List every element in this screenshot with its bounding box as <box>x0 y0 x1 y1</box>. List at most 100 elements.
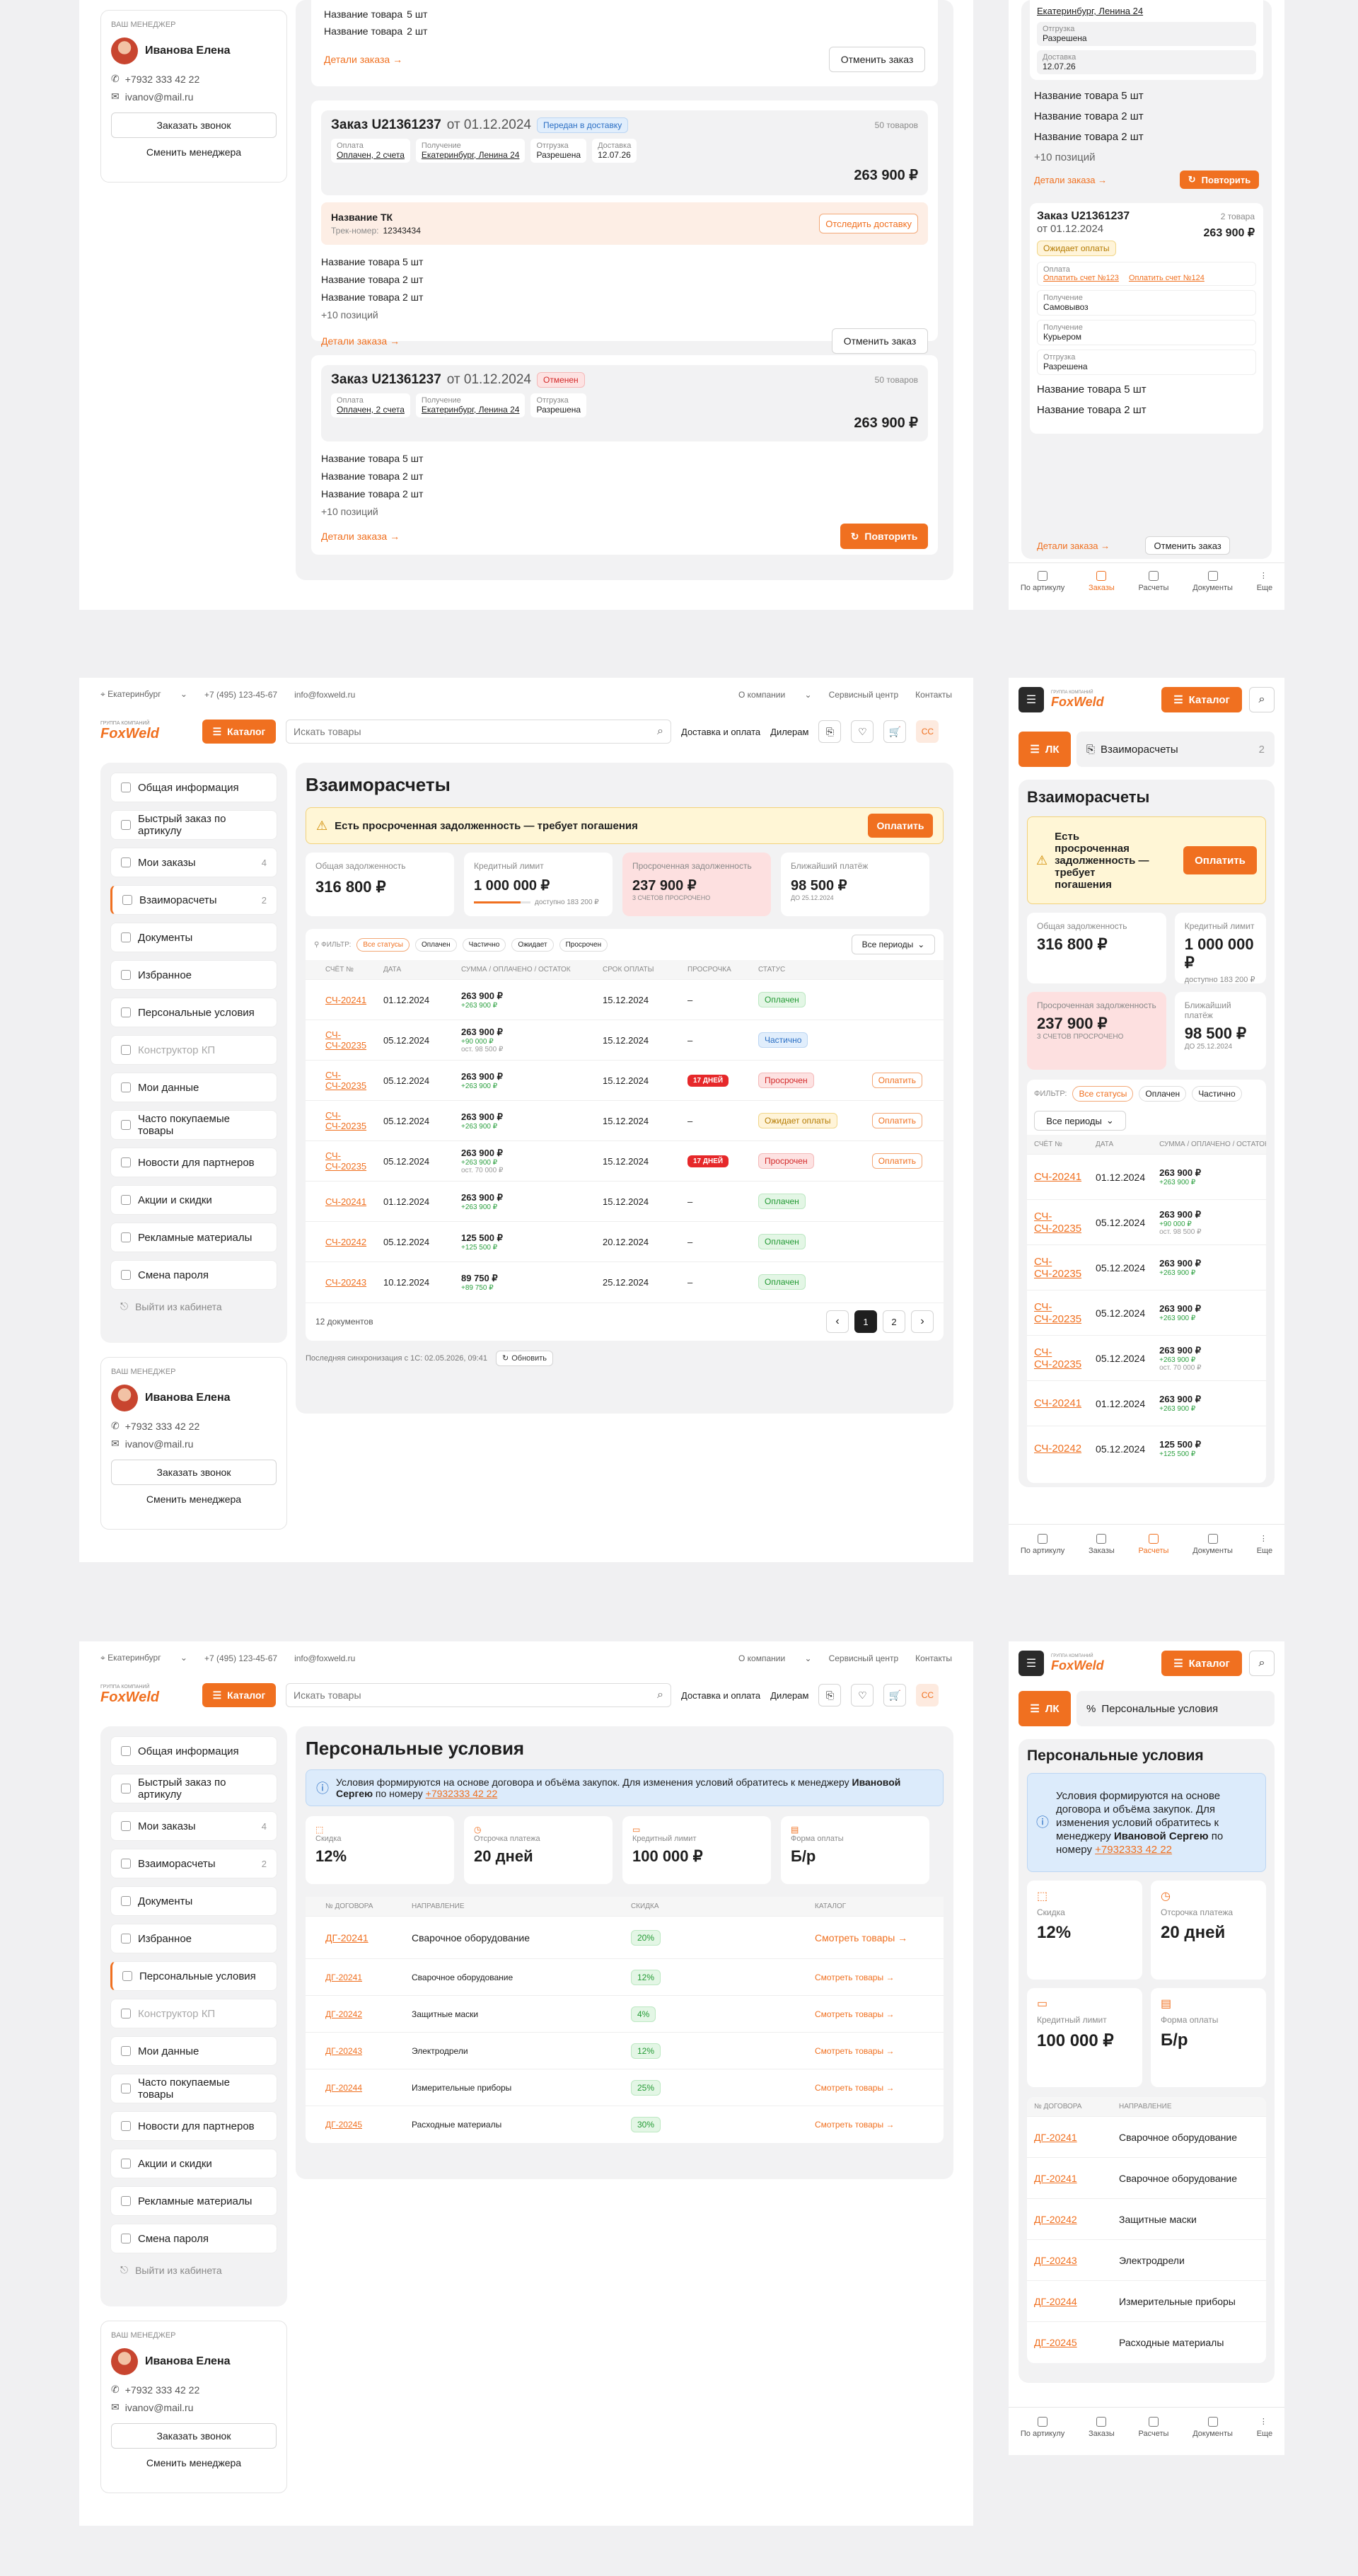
change-manager-link[interactable]: Сменить менеджера <box>111 146 277 158</box>
sidebar-item[interactable]: Новости для партнеров <box>110 1148 277 1177</box>
pay-button[interactable]: Оплатить <box>868 814 933 838</box>
tab-orders[interactable]: Заказы <box>1089 1533 1115 1555</box>
nav-service[interactable]: Сервисный центр <box>829 690 899 700</box>
table-row[interactable]: СЧ-20242 05.12.2024 125 500 ₽ +125 500 ₽ <box>1027 1426 1266 1472</box>
sidebar-item[interactable]: Мои данные <box>110 2036 277 2066</box>
user-avatar[interactable]: CC <box>916 720 939 743</box>
repeat-order-button[interactable]: ↻ Повторить <box>1180 171 1259 189</box>
table-row[interactable]: СЧ-20241 01.12.2024 263 900 ₽ +263 900 ₽ <box>1027 1380 1266 1426</box>
contract-link[interactable]: ДГ-20244 <box>1034 2296 1077 2307</box>
table-row[interactable]: ДГ-20241 Сварочное оборудование <box>1027 2157 1266 2199</box>
prev-page-button[interactable]: ‹ <box>826 1310 849 1333</box>
order-details-link[interactable]: Детали заказа → <box>324 54 402 65</box>
manager-email[interactable]: ivanov@mail.ru <box>125 2402 194 2413</box>
change-manager-link[interactable]: Сменить менеджера <box>111 1494 277 1505</box>
page-1[interactable]: 1 <box>854 1310 877 1333</box>
invoice-link[interactable]: СЧ-20243 <box>325 1277 366 1288</box>
tab-article[interactable]: По артикулу <box>1021 1533 1064 1555</box>
sidebar-item[interactable]: Общая информация <box>110 1736 277 1766</box>
invoice-link[interactable]: СЧ-СЧ-20235 <box>325 1110 366 1131</box>
view-products-link[interactable]: Смотреть товары → <box>815 2083 894 2093</box>
cancel-order-button[interactable]: Отменить заказ <box>1145 536 1231 555</box>
menu-icon[interactable]: ☰ <box>1018 687 1044 712</box>
table-row[interactable]: СЧ-СЧ-20235 05.12.2024 263 900 ₽ +90 000 ₽ о… <box>1027 1199 1266 1245</box>
pay-invoice-button[interactable]: Оплатить <box>871 1073 922 1088</box>
table-row[interactable]: ДГ-20245 Расходные материалы <box>1027 2321 1266 2363</box>
invoice-link[interactable]: СЧ-20241 <box>325 995 366 1005</box>
table-row[interactable]: ДГ-20245 Расходные материалы 30% Смотреть т… <box>306 2106 944 2143</box>
sidebar-item[interactable]: Избранное <box>110 960 277 990</box>
invoice-link[interactable]: СЧ-СЧ-20235 <box>325 1150 366 1172</box>
cart-icon[interactable]: 🛒 <box>883 720 907 743</box>
cancel-order-button[interactable]: Отменить заказ <box>829 47 925 72</box>
tab-article[interactable]: По артикулу <box>1021 570 1064 592</box>
view-products-link[interactable]: Смотреть товары → <box>815 1973 894 1982</box>
invoice-link[interactable]: СЧ-СЧ-20235 <box>1034 1346 1081 1370</box>
invoice-link[interactable]: СЧ-20242 <box>325 1237 366 1247</box>
manager-phone-link[interactable]: +7932333 42 22 <box>426 1788 498 1799</box>
cancel-order-button[interactable]: Отменить заказ <box>832 328 928 354</box>
topbar-phone[interactable]: +7 (495) 123-45-67 <box>204 1653 277 1663</box>
table-row[interactable]: СЧ-СЧ-20235 05.12.2024 263 900 ₽ +263 900 ₽… <box>306 1100 944 1141</box>
contract-link[interactable]: ДГ-20244 <box>325 2083 362 2093</box>
table-row[interactable]: СЧ-20241 01.12.2024 263 900 ₽ +263 900 ₽ <box>1027 1154 1266 1200</box>
contract-link[interactable]: ДГ-20243 <box>325 2046 362 2056</box>
table-row[interactable]: СЧ-20243 10.12.2024 89 750 ₽ +89 750 ₽25.12… <box>306 1261 944 1303</box>
contract-link[interactable]: ДГ-20241 <box>1034 2132 1077 2143</box>
city-selector[interactable]: ⌖ Екатеринбург ⌄ <box>100 1653 187 1663</box>
table-row[interactable]: ДГ-20242 Защитные маски 4% Смотреть товары … <box>306 1995 944 2033</box>
tab-settlements[interactable]: Расчеты <box>1139 2416 1168 2438</box>
manager-email[interactable]: ivanov@mail.ru <box>125 1438 194 1450</box>
filter-chip[interactable]: Ожидает <box>511 937 554 952</box>
manager-phone-link[interactable]: +7932333 42 22 <box>1095 1844 1172 1856</box>
sidebar-item[interactable]: Избранное <box>110 1924 277 1953</box>
table-row[interactable]: СЧ-СЧ-20235 05.12.2024 263 900 ₽ +263 900 ₽ <box>1027 1290 1266 1336</box>
table-row[interactable]: ДГ-20244 Измерительные приборы <box>1027 2280 1266 2322</box>
view-products-link[interactable]: Смотреть товары → <box>815 2009 894 2019</box>
contract-link[interactable]: ДГ-20245 <box>1034 2337 1077 2348</box>
sidebar-item[interactable]: Быстрый заказ по артикулу <box>110 810 277 840</box>
search-input[interactable] <box>294 726 658 737</box>
view-products-link[interactable]: Смотреть товары → <box>815 1932 907 1943</box>
nav-delivery[interactable]: Доставка и оплата <box>681 727 760 737</box>
search-icon[interactable]: ⌕ <box>657 725 663 738</box>
sidebar-item[interactable]: Взаиморасчеты 2 <box>110 885 277 915</box>
user-avatar[interactable]: CC <box>916 1684 939 1706</box>
table-row[interactable]: СЧ-СЧ-20235 05.12.2024 263 900 ₽ +263 900 ₽… <box>306 1140 944 1182</box>
logo[interactable]: ГРУППА КОМПАНИЙ FoxWeld <box>100 1685 192 1706</box>
search-icon[interactable]: ⌕ <box>1249 1651 1275 1676</box>
nav-dealers[interactable]: Дилерам <box>770 727 808 737</box>
contract-link[interactable]: ДГ-20241 <box>325 1973 362 1982</box>
table-row[interactable]: СЧ-20241 01.12.2024 263 900 ₽ +263 900 ₽15.… <box>306 979 944 1020</box>
invoice-link[interactable]: СЧ-20241 <box>325 1196 366 1207</box>
contract-link[interactable]: ДГ-20241 <box>325 1932 368 1943</box>
filter-chip[interactable]: Частично <box>462 937 506 952</box>
catalog-button[interactable]: ☰ Каталог <box>202 1683 276 1707</box>
table-row[interactable]: СЧ-СЧ-20235 05.12.2024 263 900 ₽ +263 900 ₽… <box>306 1060 944 1101</box>
topbar-email[interactable]: info@foxweld.ru <box>294 1653 355 1663</box>
manager-phone[interactable]: +7932 333 42 22 <box>125 1421 200 1432</box>
tab-more[interactable]: ⋮ Еще <box>1257 1534 1272 1555</box>
refresh-button[interactable]: ↻ Обновить <box>496 1350 554 1366</box>
sidebar-item[interactable]: Смена пароля <box>110 2224 277 2253</box>
logo[interactable]: ГРУППА КОМПАНИЙ FoxWeld <box>1051 1654 1136 1673</box>
nav-about[interactable]: О компании ⌄ <box>738 1653 812 1663</box>
order-details-link[interactable]: Детали заказа → <box>321 335 400 347</box>
sidebar-item[interactable]: Часто покупаемые товары <box>110 1110 277 1140</box>
compare-icon[interactable]: ⎘ <box>818 720 842 743</box>
table-row[interactable]: ДГ-20243 Электродрели <box>1027 2239 1266 2281</box>
next-page-button[interactable]: › <box>911 1310 934 1333</box>
nav-about[interactable]: О компании ⌄ <box>738 690 812 700</box>
topbar-email[interactable]: info@foxweld.ru <box>294 690 355 700</box>
sidebar-item[interactable]: Акции и скидки <box>110 1185 277 1215</box>
contract-link[interactable]: ДГ-20243 <box>1034 2255 1077 2266</box>
filter-chip[interactable]: Оплачен <box>414 937 457 952</box>
repeat-order-button[interactable]: ↻ Повторить <box>840 524 928 549</box>
table-row[interactable]: ДГ-20244 Измерительные приборы 25% Смотреть… <box>306 2069 944 2106</box>
period-select[interactable]: Все периоды ⌄ <box>852 935 935 954</box>
table-row[interactable]: СЧ-СЧ-20235 05.12.2024 263 900 ₽ +263 900 ₽… <box>1027 1335 1266 1381</box>
pay-invoice-button[interactable]: Оплатить <box>871 1153 922 1169</box>
tab-more[interactable]: ⋮ Еще <box>1257 2417 1272 2438</box>
tab-orders[interactable]: Заказы <box>1089 2416 1115 2438</box>
nav-contacts[interactable]: Контакты <box>915 690 952 700</box>
